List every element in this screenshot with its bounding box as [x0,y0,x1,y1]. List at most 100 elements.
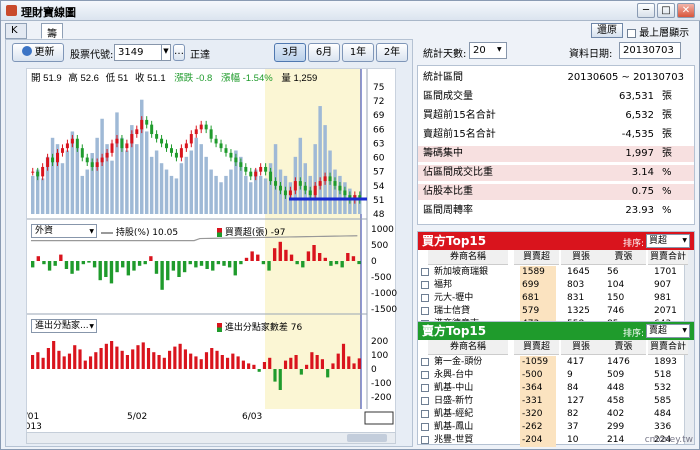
refresh-button[interactable]: 更新 [12,43,64,62]
row-checkbox[interactable] [421,384,429,392]
volume-bar [229,169,233,214]
candle-body [36,171,40,177]
volume-bar [224,175,228,214]
stats-value: -4,535 [621,129,654,140]
column-header[interactable]: 買賣超 [514,340,559,355]
net-buy-bar [216,261,221,265]
table-row[interactable]: 凱基-中山 -364 84 448 532 [418,382,686,395]
table-cell: 336 [654,422,672,432]
quote-open-label: 開 [31,73,41,84]
column-header[interactable]: 買賣合計 [648,250,688,265]
table-cell: 56 [607,267,619,277]
candle-body [308,190,312,196]
panel2-legend-holding-text: 持股(%) 10.05 [115,228,179,238]
row-checkbox[interactable] [421,397,429,405]
maximize-button[interactable]: □ [657,3,675,18]
table-row[interactable]: 第一金-頭份 -1059 417 1476 1893 [418,356,686,369]
date-input[interactable]: 20130703 [619,42,681,59]
column-header[interactable]: 賣張 [601,340,646,355]
buy-sort-select[interactable]: 買超 ▼ [646,234,690,248]
column-header[interactable]: 買張 [561,250,601,265]
row-checkbox[interactable] [421,294,429,302]
table-row[interactable]: 瑞士信貸 579 1325 746 2071 [418,305,686,318]
price-tick-label: 54 [373,182,385,192]
branch-diff-bar [194,356,198,369]
table-row[interactable]: 新加坡商瑞銀 1589 1645 56 1701 [418,266,686,279]
row-checkbox[interactable] [421,423,429,431]
table-row[interactable]: 永興-台中 -500 9 509 518 [418,369,686,382]
table-cell: 585 [654,396,672,406]
branch-diff-bar [131,349,135,369]
row-checkbox[interactable] [421,371,429,379]
row-checkbox[interactable] [421,307,429,315]
candle-body [95,162,99,167]
column-header[interactable]: 賣張 [601,250,646,265]
branch-diff-bar [273,369,277,382]
volume-bar [80,175,85,214]
branch-diff-bar [268,357,272,369]
column-header[interactable]: 買張 [561,340,601,355]
row-checkbox[interactable] [421,268,429,276]
range-1y-button[interactable]: 1年 [342,43,374,62]
chart-hscroll[interactable] [26,432,396,444]
row-checkbox[interactable] [421,281,429,289]
stats-value: 3.14 [631,167,654,178]
price-tick-label: 60 [373,154,385,164]
net-buy-bar [31,261,35,268]
branch-diff-bar [173,346,177,369]
net-buy-bar [132,261,136,271]
tab-kline[interactable]: K線圖 [5,23,27,66]
row-checkbox[interactable] [421,436,429,444]
panel2-selector-value: 外資 [35,226,54,236]
date-label: 資料日期: [569,49,613,60]
candle-body [165,143,169,149]
panel3-selector[interactable]: 進出分點家... ▼ [31,319,97,333]
candle-body [229,152,233,158]
column-header[interactable]: 券商名稱 [428,250,508,265]
range-6m-button[interactable]: 6月 [308,43,340,62]
net-buy-bar [188,261,192,265]
range-3m-button[interactable]: 3月 [274,43,306,62]
tab-chip-kline[interactable]: 籌碼K線圖 [41,23,63,96]
always-top-checkbox[interactable] [627,28,636,38]
column-header[interactable]: 券商名稱 [428,340,508,355]
table-row[interactable]: 凱基-鳳山 -262 37 299 336 [418,421,686,434]
chart-area[interactable]: 開 51.9 高 52.6 低 51 收 51.1 漲跌 -0.8 漲幅 -1.… [26,68,397,440]
scroll-thumb[interactable] [347,434,387,442]
table-row[interactable]: 福邦 699 803 104 907 [418,279,686,292]
table-row[interactable]: 元大-壢中 681 831 150 981 [418,292,686,305]
range-2y-button[interactable]: 2年 [376,43,408,62]
refresh-icon [21,46,32,56]
foreign-tick-label: 0 [371,257,377,267]
column-header[interactable]: 買賣合計 [648,340,688,355]
stock-search-button[interactable]: … [173,44,185,61]
stock-code-dropdown-icon[interactable]: ▼ [161,44,171,61]
close-button[interactable]: ✕ [677,3,695,18]
candle-body [31,171,35,173]
stats-unit: % [662,205,672,216]
quote-vol-label: 量 [281,73,291,84]
branch-diff-bar [62,356,66,369]
stats-key: 佔區間成交比重 [423,167,493,178]
branch-diff-bar [168,350,172,369]
net-buy-bar [76,261,80,271]
candle-body [60,148,64,153]
stats-key: 佔股本比重 [423,186,473,197]
volume-bar [194,137,198,214]
row-checkbox[interactable] [421,410,429,418]
net-buy-bar [42,261,46,265]
volume-bar [244,175,248,214]
row-checkbox[interactable] [421,358,429,366]
always-top-option[interactable]: 最上層顯示 [627,24,689,39]
panel2-selector[interactable]: 外資 ▼ [31,224,97,238]
stock-code-input[interactable]: 3149 [114,44,162,61]
sell-sort-select[interactable]: 賣超 ▼ [646,324,690,338]
minimize-button[interactable]: ─ [637,3,655,18]
branch-diff-bar [46,348,50,369]
table-row[interactable]: 凱基-經紀 -320 82 402 484 [418,408,686,421]
restore-button[interactable]: 還原 [591,23,623,38]
column-header[interactable]: 買賣超 [514,250,559,265]
table-row[interactable]: 日盛-新竹 -331 127 458 585 [418,395,686,408]
volume-bar [338,175,342,214]
candle-body [105,152,109,158]
